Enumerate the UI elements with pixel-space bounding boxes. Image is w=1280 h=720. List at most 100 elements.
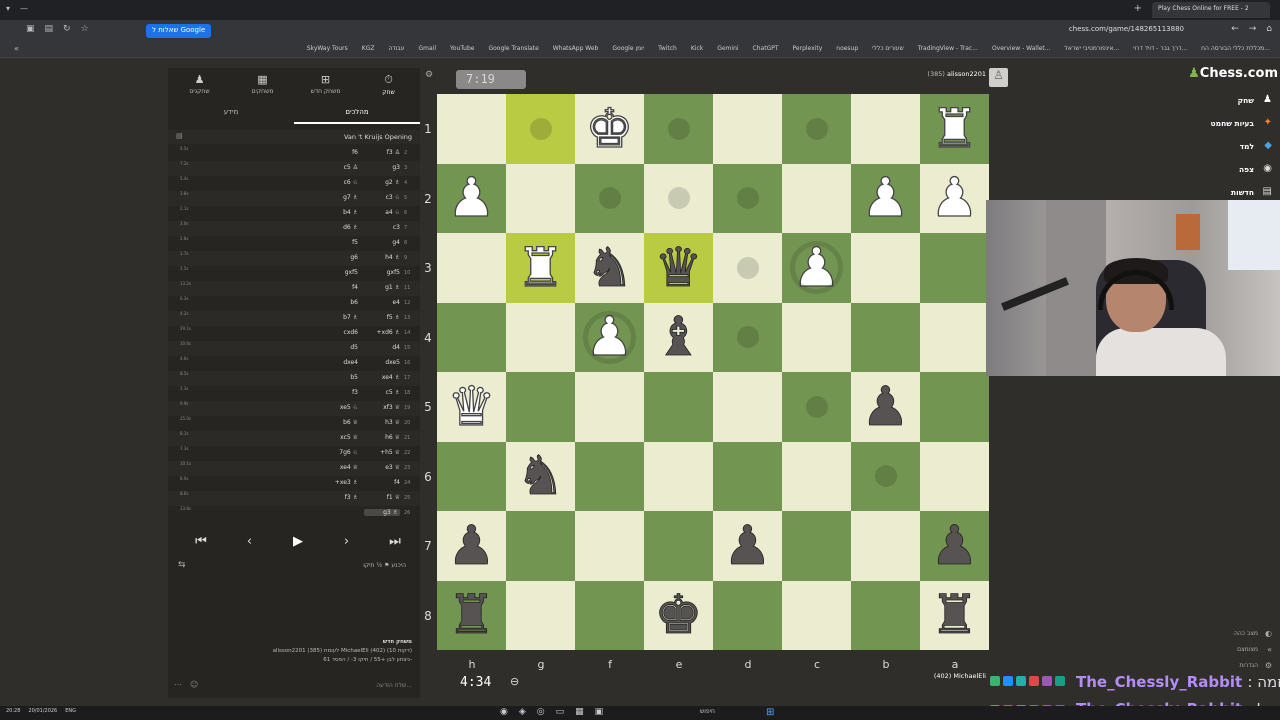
square-d2[interactable] bbox=[713, 163, 782, 233]
square-g4[interactable] bbox=[506, 302, 575, 372]
bookmark-item[interactable]: Kick bbox=[691, 45, 703, 52]
capture-hint-ring[interactable] bbox=[583, 310, 636, 364]
square-f7[interactable] bbox=[575, 511, 644, 581]
bookmarks-toggle-icon[interactable]: « bbox=[14, 44, 19, 53]
white-move[interactable]: f1 ♕ bbox=[364, 494, 400, 501]
square-c6[interactable] bbox=[782, 441, 851, 511]
square-h1[interactable] bbox=[437, 94, 506, 164]
white-move[interactable]: h4 ♗ bbox=[364, 254, 400, 261]
windows-start-icon[interactable]: ⊞ bbox=[766, 707, 774, 718]
chess-board[interactable]: ♚ ♜ ♟ ♟ ♟ ♜ ♞ ♛ ♟ ♟ ♝ ♛ ♟ ♞ ♟ ♟ ♟ ♜ ♚ ♜ bbox=[437, 94, 989, 650]
square-e6[interactable] bbox=[644, 441, 713, 511]
bookmark-item[interactable]: WhatsApp Web bbox=[553, 45, 599, 52]
black-move[interactable]: g7 ♗ bbox=[318, 194, 358, 201]
resign-button[interactable]: היכנע bbox=[391, 562, 406, 569]
square-f3[interactable]: ♞ bbox=[575, 233, 644, 303]
black-move[interactable]: b7 ♗ bbox=[318, 314, 358, 321]
square-h7[interactable]: ♟ bbox=[437, 511, 506, 581]
white-queen-icon[interactable]: ♛ bbox=[447, 379, 497, 434]
white-move[interactable]: h3 ♕ bbox=[364, 419, 400, 426]
white-move[interactable]: e4 bbox=[364, 299, 400, 306]
square-h5[interactable]: ♛ bbox=[437, 372, 506, 442]
square-e1[interactable] bbox=[644, 94, 713, 164]
white-move[interactable]: xe4 ♗ bbox=[364, 374, 400, 381]
move-hint-dot[interactable] bbox=[874, 465, 897, 488]
black-pawn-icon[interactable]: ♟ bbox=[930, 518, 979, 573]
app-icon[interactable]: ▣ bbox=[595, 707, 604, 717]
black-move[interactable]: f4 bbox=[318, 284, 358, 291]
white-pawn-icon[interactable]: ♟ bbox=[861, 170, 911, 225]
square-c7[interactable] bbox=[782, 511, 851, 581]
square-h6[interactable] bbox=[437, 441, 506, 511]
square-d7[interactable]: ♟ bbox=[713, 511, 782, 581]
first-move-button[interactable]: ⏮ bbox=[182, 530, 220, 552]
square-h3[interactable] bbox=[437, 233, 506, 303]
bookmark-item[interactable]: YouTube bbox=[450, 45, 474, 52]
white-pawn-icon[interactable]: ♟ bbox=[930, 170, 980, 225]
white-move[interactable]: h6 ♕ bbox=[364, 434, 400, 441]
bookmark-item[interactable]: Gmail bbox=[419, 45, 437, 52]
black-pawn-icon[interactable]: ♟ bbox=[861, 379, 910, 434]
black-move[interactable]: cxd6 bbox=[318, 329, 358, 336]
tab-moves[interactable]: מהלכים bbox=[294, 104, 420, 124]
black-move[interactable]: b5 bbox=[318, 374, 358, 381]
search-chip[interactable]: שאלות ל Google bbox=[146, 24, 212, 38]
black-move[interactable]: xc5 ♕ bbox=[318, 434, 358, 441]
chrome-icon[interactable]: ◎ bbox=[537, 707, 545, 717]
square-h2[interactable]: ♟ bbox=[437, 163, 506, 233]
black-move[interactable]: dxe4 bbox=[318, 359, 358, 366]
square-g5[interactable] bbox=[506, 372, 575, 442]
square-b8[interactable] bbox=[851, 580, 920, 650]
black-move[interactable]: +xe3 ♗ bbox=[318, 479, 358, 486]
white-move[interactable]: gxf5 bbox=[364, 269, 400, 276]
bookmark-item[interactable]: עבודה bbox=[388, 45, 404, 52]
black-rook-icon[interactable]: ♜ bbox=[930, 587, 979, 642]
square-c1[interactable] bbox=[782, 94, 851, 164]
collapse-button[interactable]: מצומצם « bbox=[1192, 642, 1272, 658]
square-f2[interactable] bbox=[575, 163, 644, 233]
nav-stopwatch[interactable]: ⏱ שחק bbox=[359, 73, 419, 96]
square-a6[interactable] bbox=[920, 441, 989, 511]
move-hint-dot[interactable] bbox=[805, 117, 828, 140]
last-move-button[interactable]: ⏭ bbox=[376, 530, 414, 552]
square-c5[interactable] bbox=[782, 372, 851, 442]
bookmark-item[interactable]: ChatGPT bbox=[753, 45, 779, 52]
square-a7[interactable]: ♟ bbox=[920, 511, 989, 581]
move-hint-dot[interactable] bbox=[736, 187, 759, 210]
nav-players[interactable]: ♟ שחקנים bbox=[170, 73, 230, 95]
black-move[interactable]: d6 ♗ bbox=[318, 224, 358, 231]
white-move[interactable]: g3 ♗ bbox=[364, 509, 400, 516]
white-move[interactable]: g3 bbox=[364, 164, 400, 171]
app-icon[interactable]: ◈ bbox=[519, 707, 526, 717]
white-move[interactable]: f4 bbox=[364, 479, 400, 486]
black-move[interactable]: d5 bbox=[318, 344, 358, 351]
square-c2[interactable] bbox=[782, 163, 851, 233]
square-e8[interactable]: ♚ bbox=[644, 580, 713, 650]
black-move[interactable]: b6 ♕ bbox=[318, 419, 358, 426]
square-a5[interactable] bbox=[920, 372, 989, 442]
bookmark-item[interactable]: דרך גבר - דויד דרוי... bbox=[1133, 45, 1187, 52]
square-h4[interactable] bbox=[437, 302, 506, 372]
square-b5[interactable]: ♟ bbox=[851, 372, 920, 442]
square-d3[interactable] bbox=[713, 233, 782, 303]
new-tab-icon[interactable]: + bbox=[1134, 3, 1142, 14]
white-king-icon[interactable]: ♚ bbox=[585, 101, 635, 156]
white-move[interactable]: +xd6 ♗ bbox=[364, 329, 401, 336]
settings-button[interactable]: הגדרות ⚙ bbox=[1192, 658, 1272, 674]
black-move[interactable]: b6 bbox=[318, 299, 358, 306]
white-move[interactable]: g2 ♗ bbox=[364, 179, 400, 186]
square-a8[interactable]: ♜ bbox=[920, 580, 989, 650]
square-g7[interactable] bbox=[506, 511, 575, 581]
black-move[interactable]: g6 bbox=[318, 254, 358, 261]
opening-name[interactable]: Van 't Kruijs Opening bbox=[344, 133, 412, 141]
white-pawn-icon[interactable]: ♟ bbox=[447, 170, 497, 225]
white-move[interactable]: c3 ♘ bbox=[364, 194, 400, 201]
black-move[interactable]: b4 ♗ bbox=[318, 209, 358, 216]
black-move[interactable]: f3 bbox=[318, 389, 358, 396]
previous-move-button[interactable]: ‹ bbox=[230, 530, 269, 552]
sidebar-item-pawn[interactable]: שחק ♟ bbox=[1188, 92, 1272, 115]
black-bishop-icon[interactable]: ♝ bbox=[654, 309, 703, 364]
white-move[interactable]: +h5 ♕ bbox=[364, 449, 400, 456]
square-c4[interactable] bbox=[782, 302, 851, 372]
white-move[interactable]: g1 ♗ bbox=[364, 284, 400, 291]
